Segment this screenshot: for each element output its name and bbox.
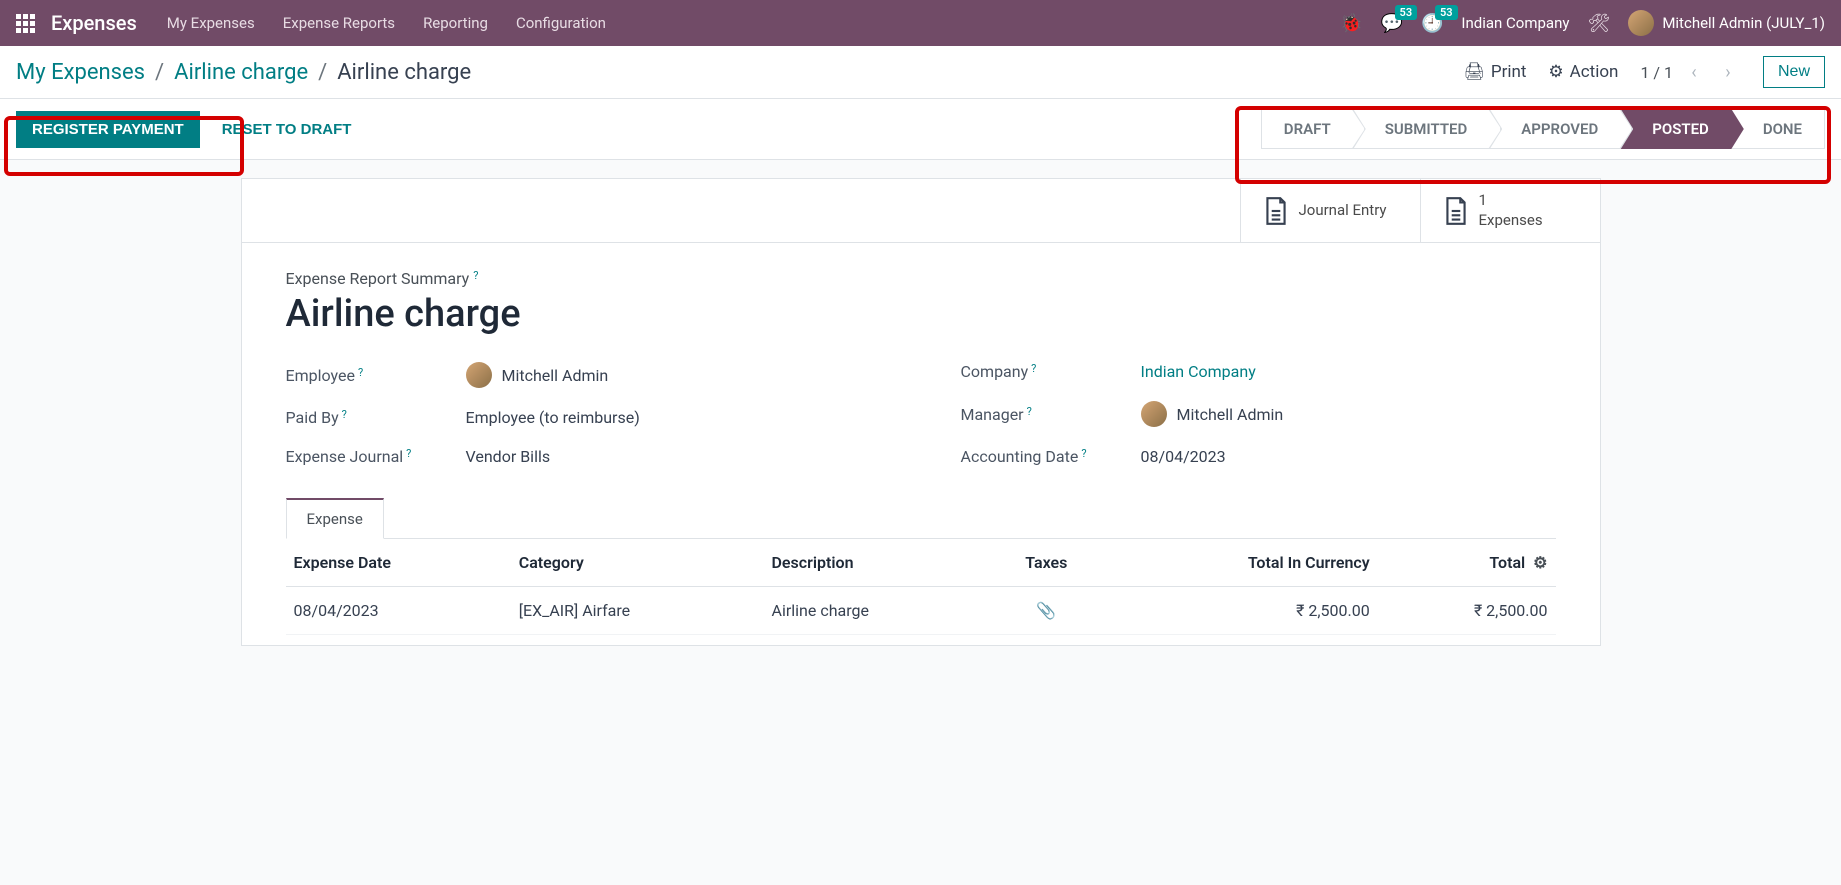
breadcrumb: My Expenses / Airline charge / Airline c… (16, 60, 471, 85)
th-description[interactable]: Description (764, 539, 989, 587)
action-label: Action (1570, 62, 1619, 82)
action-button[interactable]: ⚙ Action (1548, 62, 1618, 82)
expense-table: Expense Date Category Description Taxes … (286, 539, 1556, 635)
stat-button-box: Journal Entry 1 Expenses (242, 179, 1600, 243)
tools-icon[interactable]: 🛠 (1587, 13, 1610, 34)
nav-my-expenses[interactable]: My Expenses (167, 14, 255, 32)
help-icon[interactable]: ? (473, 269, 478, 282)
bug-icon[interactable]: 🐞 (1340, 13, 1362, 34)
activities-icon[interactable]: 🕘53 (1421, 13, 1443, 34)
field-col-left: Employee? Mitchell Admin Paid By? Employ… (286, 362, 881, 466)
form-sheet: Journal Entry 1 Expenses Expense Report … (241, 178, 1601, 646)
pager-prev-icon[interactable]: ‹ (1681, 59, 1707, 85)
gear-icon: ⚙ (1548, 62, 1563, 82)
field-accounting-date: Accounting Date? 08/04/2023 (961, 447, 1556, 466)
stat-journal-label: Journal Entry (1299, 201, 1387, 221)
step-posted[interactable]: POSTED (1620, 109, 1731, 149)
field-company: Company? Indian Company (961, 362, 1556, 381)
user-avatar-icon (1628, 10, 1654, 36)
tabs: Expense (286, 498, 1556, 539)
register-payment-button[interactable]: REGISTER PAYMENT (16, 111, 200, 148)
control-panel: My Expenses / Airline charge / Airline c… (0, 46, 1841, 99)
stat-expenses-count: 1 (1479, 191, 1543, 211)
tab-expense[interactable]: Expense (286, 498, 384, 539)
print-label: Print (1491, 62, 1527, 82)
step-draft[interactable]: DRAFT (1261, 109, 1353, 149)
field-manager: Manager? Mitchell Admin (961, 401, 1556, 427)
sheet-body: Expense Report Summary ? Airline charge … (242, 243, 1600, 645)
status-actions: REGISTER PAYMENT RESET TO DRAFT (16, 111, 359, 148)
attachment-icon[interactable]: 📎 (1036, 601, 1056, 620)
breadcrumb-sep: / (155, 60, 164, 85)
th-total-currency[interactable]: Total In Currency (1104, 539, 1378, 587)
messages-badge: 53 (1395, 5, 1418, 20)
pager-count: 1 / 1 (1640, 63, 1673, 82)
th-total[interactable]: Total ⚙ (1378, 539, 1556, 587)
cell-taxes: 📎 (989, 587, 1104, 635)
help-icon[interactable]: ? (406, 447, 411, 460)
nav-expense-reports[interactable]: Expense Reports (283, 14, 395, 32)
table-header-row: Expense Date Category Description Taxes … (286, 539, 1556, 587)
reset-to-draft-button[interactable]: RESET TO DRAFT (214, 111, 360, 148)
field-paid-by: Paid By? Employee (to reimburse) (286, 408, 881, 427)
page-title: Airline charge (286, 292, 1556, 336)
stat-expenses-label: Expenses (1479, 211, 1543, 231)
columns-options-icon[interactable]: ⚙ (1533, 553, 1547, 572)
document-icon (1443, 196, 1469, 226)
pager: 1 / 1 ‹ › (1640, 59, 1741, 85)
control-panel-right: 🖨 Print ⚙ Action 1 / 1 ‹ › New (1463, 56, 1825, 88)
progress-steps: DRAFT SUBMITTED APPROVED POSTED DONE (1261, 109, 1825, 149)
step-done[interactable]: DONE (1731, 109, 1825, 149)
help-icon[interactable]: ? (1027, 405, 1032, 418)
document-icon (1263, 196, 1289, 226)
th-taxes[interactable]: Taxes (989, 539, 1104, 587)
pager-next-icon[interactable]: › (1715, 59, 1741, 85)
messages-icon[interactable]: 💬53 (1381, 13, 1403, 34)
user-name: Mitchell Admin (JULY_1) (1662, 14, 1825, 32)
help-icon[interactable]: ? (1031, 362, 1036, 375)
status-bar: REGISTER PAYMENT RESET TO DRAFT DRAFT SU… (0, 99, 1841, 160)
form-container: Journal Entry 1 Expenses Expense Report … (181, 178, 1661, 646)
breadcrumb-mid[interactable]: Airline charge (174, 60, 308, 85)
nav-configuration[interactable]: Configuration (516, 14, 606, 32)
navbar-right: 🐞 💬53 🕘53 Indian Company 🛠 Mitchell Admi… (1340, 10, 1825, 36)
summary-label: Expense Report Summary ? (286, 269, 1556, 288)
help-icon[interactable]: ? (1081, 447, 1086, 460)
cell-total: ₹ 2,500.00 (1378, 587, 1556, 635)
th-category[interactable]: Category (511, 539, 764, 587)
stat-expenses[interactable]: 1 Expenses (1420, 179, 1600, 242)
avatar-icon (1141, 401, 1167, 427)
new-button[interactable]: New (1763, 56, 1825, 88)
help-icon[interactable]: ? (342, 408, 347, 421)
field-grid: Employee? Mitchell Admin Paid By? Employ… (286, 362, 1556, 466)
apps-icon[interactable] (16, 14, 35, 33)
help-icon[interactable]: ? (358, 366, 363, 379)
avatar-icon (466, 362, 492, 388)
field-col-right: Company? Indian Company Manager? Mitchel… (961, 362, 1556, 466)
company-selector[interactable]: Indian Company (1461, 14, 1569, 32)
breadcrumb-root[interactable]: My Expenses (16, 60, 145, 85)
print-icon: 🖨 (1463, 62, 1485, 82)
cell-category: [EX_AIR] Airfare (511, 587, 764, 635)
table-row[interactable]: 08/04/2023 [EX_AIR] Airfare Airline char… (286, 587, 1556, 635)
user-menu[interactable]: Mitchell Admin (JULY_1) (1628, 10, 1825, 36)
field-journal: Expense Journal? Vendor Bills (286, 447, 881, 466)
nav-reporting[interactable]: Reporting (423, 14, 488, 32)
breadcrumb-current: Airline charge (337, 60, 471, 85)
cell-description: Airline charge (764, 587, 989, 635)
print-button[interactable]: 🖨 Print (1463, 62, 1526, 82)
stat-journal-entry[interactable]: Journal Entry (1240, 179, 1420, 242)
cell-date: 08/04/2023 (286, 587, 511, 635)
activities-badge: 53 (1435, 5, 1458, 20)
step-submitted[interactable]: SUBMITTED (1353, 109, 1490, 149)
cell-total-currency: ₹ 2,500.00 (1104, 587, 1378, 635)
brand-title[interactable]: Expenses (51, 11, 137, 35)
th-date[interactable]: Expense Date (286, 539, 511, 587)
field-employee: Employee? Mitchell Admin (286, 362, 881, 388)
step-approved[interactable]: APPROVED (1489, 109, 1620, 149)
navbar-left: Expenses My Expenses Expense Reports Rep… (16, 11, 606, 35)
nav-menu: My Expenses Expense Reports Reporting Co… (167, 14, 606, 32)
breadcrumb-sep: / (318, 60, 327, 85)
top-navbar: Expenses My Expenses Expense Reports Rep… (0, 0, 1841, 46)
